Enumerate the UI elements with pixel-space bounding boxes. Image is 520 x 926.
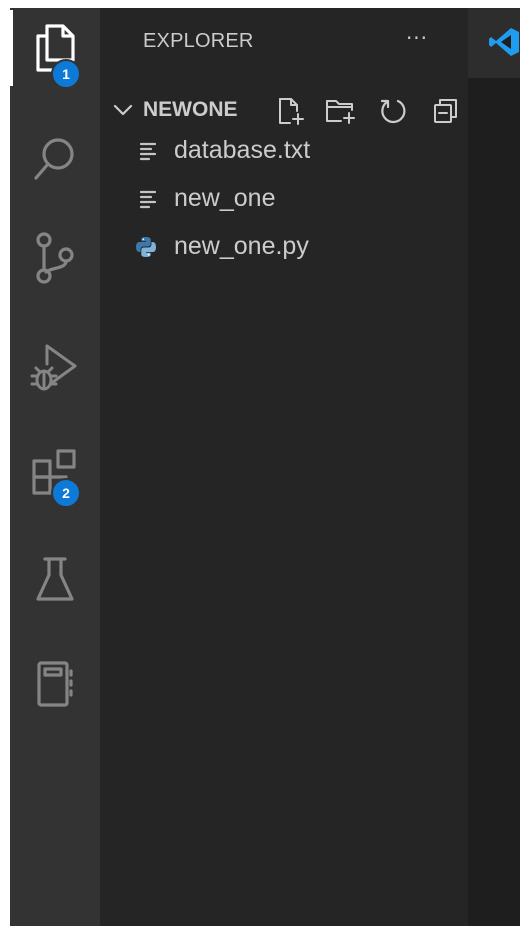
refresh-icon[interactable]: [378, 96, 408, 130]
python-icon: [134, 235, 158, 263]
vscode-logo-icon: [488, 26, 520, 62]
source-control-icon: [32, 231, 78, 285]
editor-tab[interactable]: [468, 8, 520, 78]
collapse-all-icon[interactable]: [431, 96, 461, 130]
workspace-section-header[interactable]: NEWONE: [100, 86, 468, 134]
activity-explorer[interactable]: 1: [10, 10, 100, 89]
activity-source-control[interactable]: [10, 220, 100, 296]
activity-notebook[interactable]: [10, 646, 100, 722]
chevron-down-icon: [111, 98, 135, 126]
activity-testing[interactable]: [10, 542, 100, 618]
activity-extensions[interactable]: 2: [10, 436, 100, 512]
sidebar-title: EXPLORER: [143, 30, 254, 52]
new-folder-icon[interactable]: [324, 96, 358, 130]
file-label: new_one: [174, 184, 276, 212]
activity-search[interactable]: [10, 120, 100, 196]
extensions-badge: 2: [51, 478, 81, 508]
file-item-new-one[interactable]: new_one: [100, 177, 468, 223]
run-debug-icon: [29, 342, 81, 394]
activity-bar: 1 2: [10, 8, 100, 926]
explorer-badge: 1: [51, 59, 81, 89]
file-label: database.txt: [174, 136, 311, 164]
activity-run-debug[interactable]: [10, 330, 100, 406]
more-actions-button[interactable]: ···: [402, 28, 432, 52]
flask-icon: [33, 555, 77, 605]
vscode-window: 1 2 EXPLORER ··· NEWONE database.txt new…: [10, 8, 520, 926]
text-file-icon: [138, 141, 160, 165]
workspace-title: NEWONE: [143, 98, 238, 121]
sidebar-header: EXPLORER ···: [100, 8, 468, 72]
editor-area: [468, 8, 520, 926]
search-icon: [30, 133, 80, 183]
explorer-sidebar: EXPLORER ··· NEWONE database.txt new_one…: [100, 8, 468, 926]
file-item-database-txt[interactable]: database.txt: [100, 129, 468, 175]
text-file-icon: [138, 189, 160, 213]
file-label: new_one.py: [174, 232, 309, 260]
file-item-new-one-py[interactable]: new_one.py: [100, 225, 468, 271]
notebook-icon: [33, 659, 77, 709]
new-file-icon[interactable]: [276, 96, 306, 130]
